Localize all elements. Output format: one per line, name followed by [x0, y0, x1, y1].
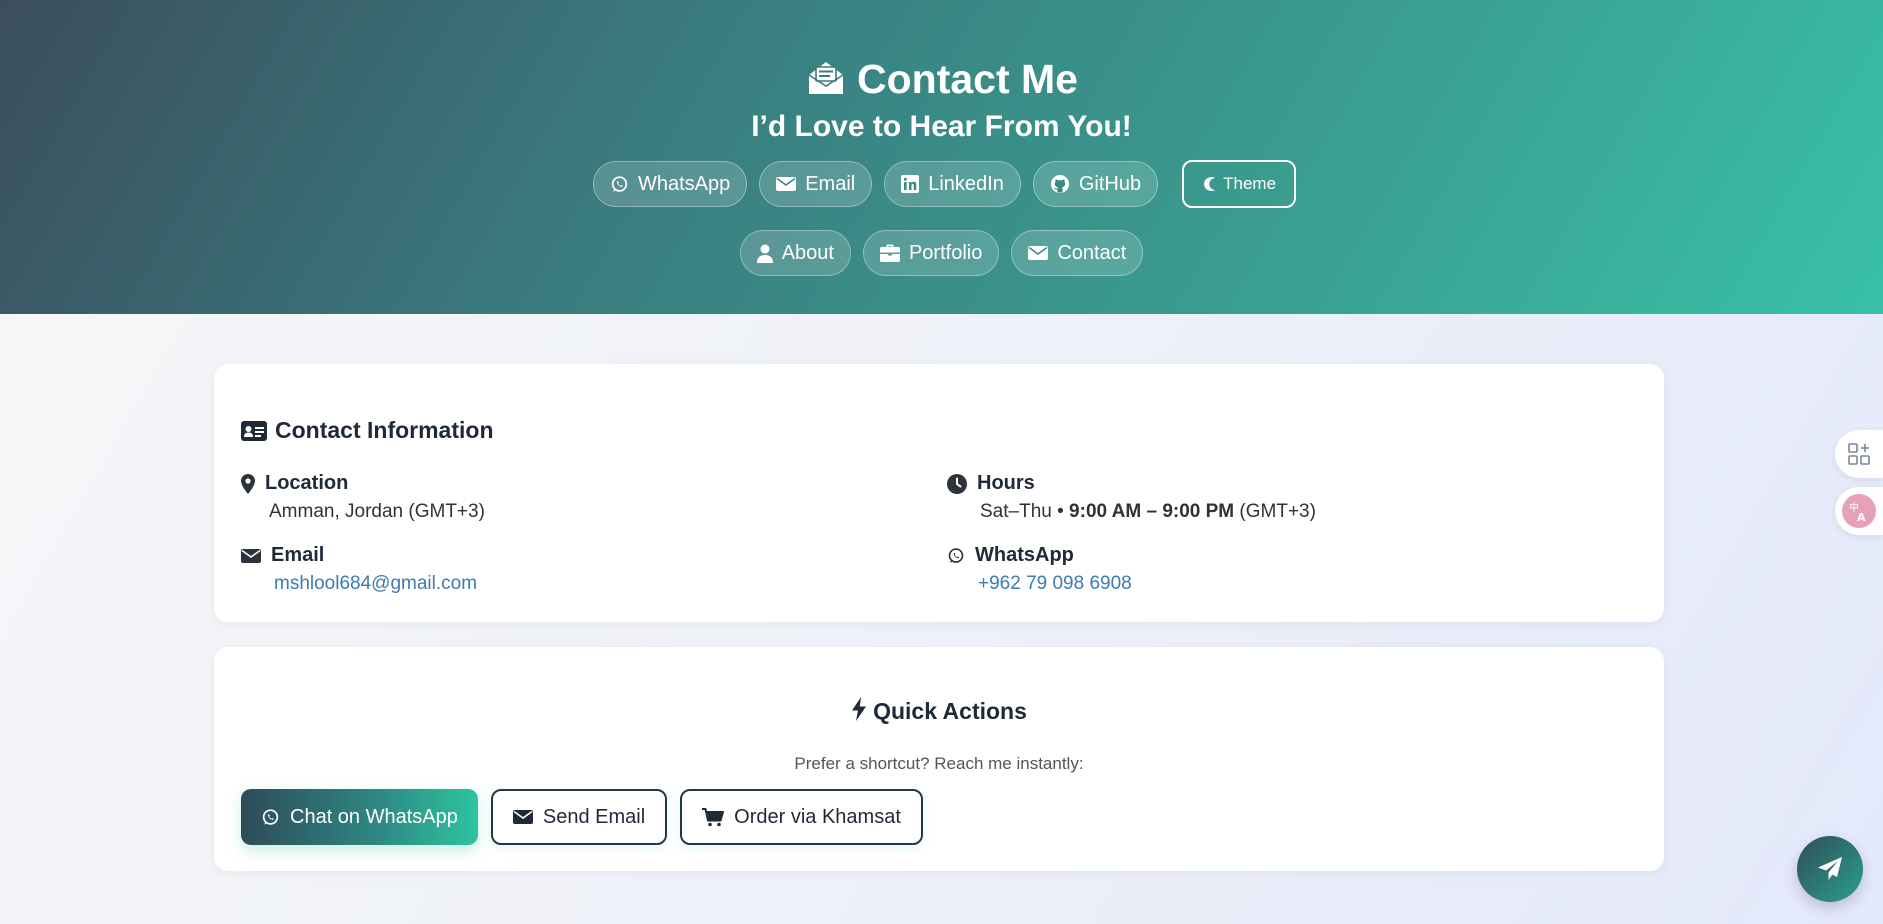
page-title: Contact Me: [0, 54, 1883, 110]
location-value: Amman, Jordan (GMT+3): [269, 501, 485, 522]
hours-value: Sat–Thu • 9:00 AM – 9:00 PM (GMT+3): [980, 501, 1316, 523]
nav-contact[interactable]: Contact: [1011, 230, 1144, 276]
hours-days: Sat–Thu •: [980, 501, 1070, 522]
email-address-link[interactable]: mshlool684@gmail.com: [274, 573, 477, 595]
send-email-label: Send Email: [542, 805, 646, 828]
whatsapp-item: WhatsApp +962 79 098 6908: [947, 544, 1132, 595]
quick-actions-buttons: Chat on WhatsApp Send Email Order via Kh…: [241, 789, 923, 845]
location-item: Location Amman, Jordan (GMT+3): [241, 472, 485, 523]
linkedin-icon: [901, 175, 920, 193]
social-links: WhatsApp Email LinkedIn GitHub Theme: [0, 160, 1883, 208]
email-link[interactable]: Email: [759, 161, 873, 207]
order-khamsat-label: Order via Khamsat: [734, 805, 901, 828]
cart-icon: [702, 807, 725, 826]
hours-item: Hours Sat–Thu • 9:00 AM – 9:00 PM (GMT+3…: [947, 472, 1316, 523]
hours-label: Hours: [977, 472, 1035, 494]
email-link-label: Email: [805, 172, 856, 195]
svg-text:A: A: [1857, 511, 1866, 524]
quick-actions-subtitle: Prefer a shortcut? Reach me instantly:: [794, 754, 1084, 773]
send-message-fab[interactable]: [1797, 836, 1863, 902]
github-link-label: GitHub: [1078, 172, 1142, 195]
page-title-text: Contact Me: [857, 56, 1078, 102]
linkedin-link-label: LinkedIn: [928, 172, 1004, 195]
quick-actions-heading: Quick Actions: [214, 697, 1664, 727]
translate-widget-button[interactable]: 中A: [1835, 487, 1883, 535]
envelope-open-icon: [805, 57, 847, 110]
whatsapp-icon: [948, 547, 964, 563]
chat-whatsapp-label: Chat on WhatsApp: [290, 805, 458, 828]
email-label: Email: [271, 544, 325, 566]
theme-toggle-button[interactable]: Theme: [1182, 160, 1297, 208]
whatsapp-icon: [262, 808, 279, 825]
nav-about-label: About: [781, 241, 834, 264]
nav-contact-label: Contact: [1057, 241, 1127, 264]
nav-about[interactable]: About: [739, 230, 851, 276]
whatsapp-link[interactable]: WhatsApp: [592, 161, 748, 207]
location-label: Location: [265, 472, 349, 494]
hours-time: 9:00 AM – 9:00 PM: [1069, 501, 1235, 522]
briefcase-icon: [879, 244, 900, 262]
contact-info-title: Contact Information: [275, 417, 494, 443]
email-item: Email mshlool684@gmail.com: [241, 544, 477, 595]
nav-portfolio-label: Portfolio: [908, 241, 983, 264]
envelope-icon: [776, 177, 797, 191]
envelope-icon: [1028, 246, 1049, 260]
id-card-icon: [241, 420, 267, 441]
contact-info-heading: Contact Information: [241, 417, 494, 444]
grid-add-icon: [1848, 443, 1870, 465]
linkedin-link[interactable]: LinkedIn: [884, 161, 1021, 207]
contact-info-card: Contact Information Location Amman, Jord…: [214, 364, 1664, 622]
paper-plane-icon: [1818, 857, 1842, 880]
nav-portfolio[interactable]: Portfolio: [862, 230, 1000, 276]
whatsapp-icon: [611, 175, 628, 192]
whatsapp-link-label: WhatsApp: [637, 172, 731, 195]
github-icon: [1050, 175, 1069, 193]
order-khamsat-button[interactable]: Order via Khamsat: [680, 789, 923, 845]
translate-icon: 中A: [1842, 494, 1876, 528]
bolt-icon: [851, 697, 867, 727]
whatsapp-label: WhatsApp: [975, 544, 1074, 566]
main-nav: About Portfolio Contact: [0, 230, 1883, 276]
page-subtitle: I’d Love to Hear From You!: [751, 110, 1132, 143]
envelope-icon: [241, 548, 261, 563]
map-pin-icon: [241, 473, 255, 494]
moon-icon: [1204, 177, 1216, 191]
envelope-icon: [512, 810, 533, 824]
hours-timezone: (GMT+3): [1234, 501, 1316, 522]
quick-actions-title: Quick Actions: [873, 698, 1027, 724]
whatsapp-number-link[interactable]: +962 79 098 6908: [978, 573, 1132, 595]
theme-toggle-label: Theme: [1223, 174, 1277, 193]
clock-icon: [947, 473, 967, 494]
user-icon: [756, 244, 773, 263]
github-link[interactable]: GitHub: [1032, 161, 1159, 207]
chat-whatsapp-button[interactable]: Chat on WhatsApp: [241, 789, 478, 845]
apps-widget-button[interactable]: [1835, 430, 1883, 478]
hero-header: Contact Me I’d Love to Hear From You! Wh…: [0, 0, 1883, 314]
quick-actions-card: Quick Actions Prefer a shortcut? Reach m…: [214, 647, 1664, 871]
send-email-button[interactable]: Send Email: [490, 789, 668, 845]
